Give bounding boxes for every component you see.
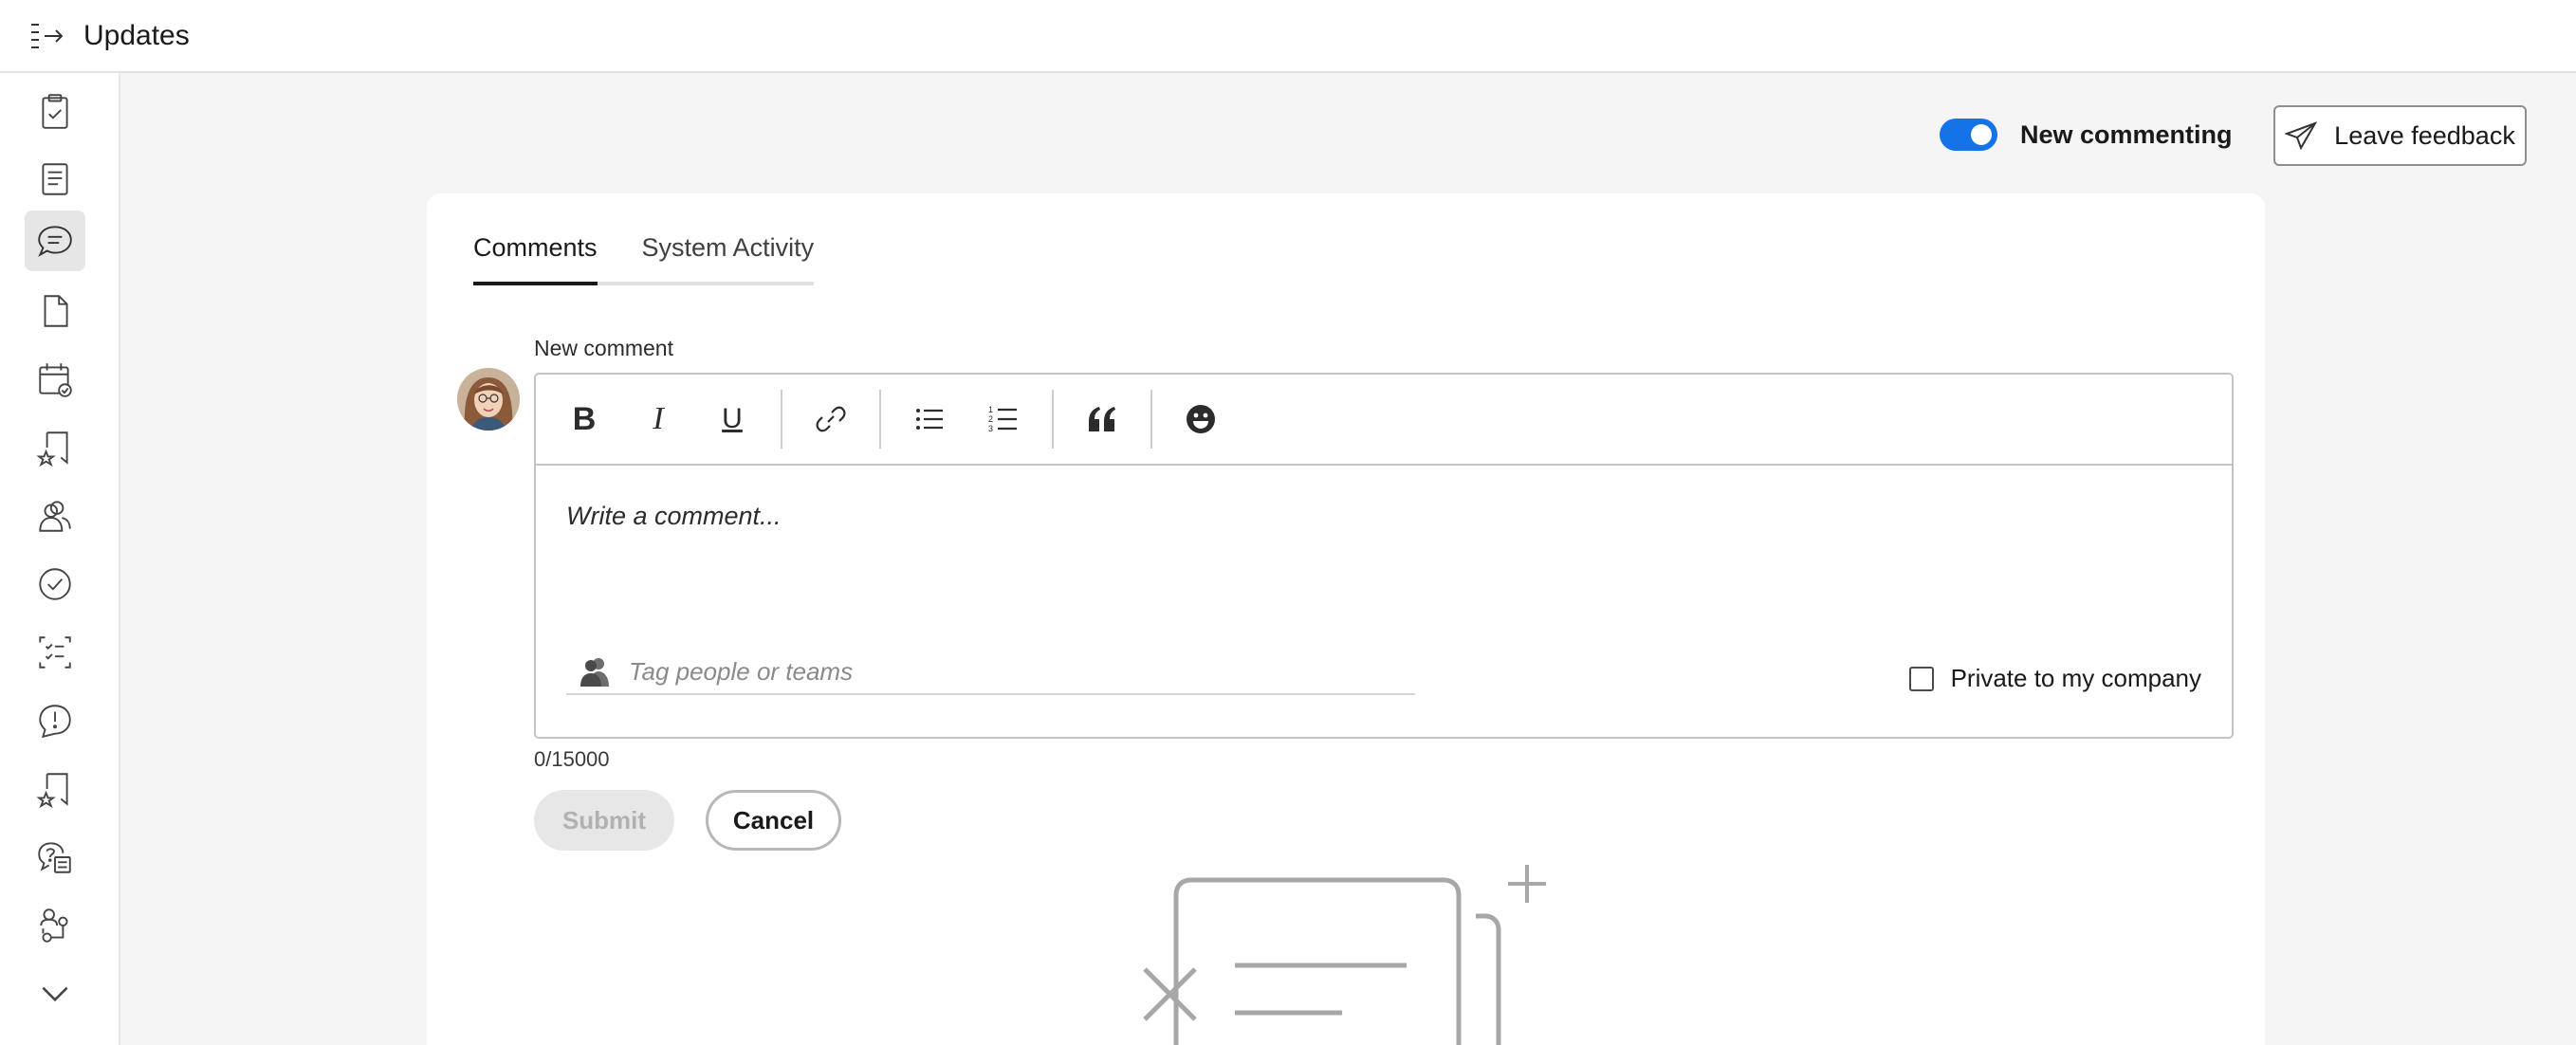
empty-comments-illustration <box>1143 865 1546 1045</box>
private-to-company-option[interactable]: Private to my company <box>1908 664 2201 693</box>
left-nav <box>0 73 120 1045</box>
italic-icon[interactable]: I <box>621 389 695 449</box>
tag-people-placeholder: Tag people or teams <box>629 656 854 686</box>
svg-text:1: 1 <box>988 405 993 414</box>
page-title: Updates <box>83 19 190 51</box>
calendar-check-icon[interactable] <box>25 349 85 410</box>
new-comment-label: New comment <box>534 336 673 360</box>
bullet-list-icon[interactable] <box>892 389 966 449</box>
toolbar-divider <box>1150 390 1152 449</box>
new-commenting-toggle[interactable] <box>1940 119 1997 151</box>
link-icon[interactable] <box>794 389 868 449</box>
tab-bar: Comments System Activity <box>473 233 815 285</box>
tab-system-activity[interactable]: System Activity <box>642 233 815 282</box>
help-document-icon[interactable] <box>25 827 85 888</box>
toolbar-divider <box>781 390 782 449</box>
numbered-list-icon[interactable]: 123 <box>966 389 1040 449</box>
workflow-icon[interactable] <box>25 895 85 956</box>
top-bar: Updates <box>0 0 2576 73</box>
toggle-knob <box>1971 124 1992 145</box>
emoji-icon[interactable] <box>1164 389 1238 449</box>
toolbar-divider <box>1052 390 1054 449</box>
comment-editor: B I U 123 Write a comment... Tag people … <box>534 373 2234 739</box>
avatar <box>457 368 520 431</box>
svg-text:3: 3 <box>988 424 993 433</box>
comment-input[interactable]: Write a comment... <box>566 502 782 531</box>
alert-circle-icon[interactable] <box>25 690 85 751</box>
checkmark-circle-icon[interactable] <box>25 554 85 614</box>
bookmark-star-icon[interactable] <box>25 759 85 819</box>
clipboard-check-icon[interactable] <box>25 81 85 141</box>
bookmark-star-icon[interactable] <box>25 417 85 478</box>
private-checkbox[interactable] <box>1908 666 1934 691</box>
underline-icon[interactable]: U <box>695 389 769 449</box>
toolbar-divider <box>879 390 881 449</box>
file-icon[interactable] <box>25 281 85 341</box>
document-lines-icon[interactable] <box>25 149 85 210</box>
tag-people-field[interactable]: Tag people or teams <box>566 650 1415 695</box>
people-icon <box>580 658 609 687</box>
new-commenting-label: New commenting <box>2020 119 2233 149</box>
character-counter: 0/15000 <box>534 747 610 771</box>
expand-panel-icon[interactable] <box>28 17 66 55</box>
svg-text:2: 2 <box>988 414 993 424</box>
leave-feedback-label: Leave feedback <box>2334 120 2515 150</box>
quote-icon[interactable] <box>1065 389 1139 449</box>
leave-feedback-button[interactable]: Leave feedback <box>2273 105 2527 166</box>
comment-icon[interactable] <box>25 211 85 271</box>
bold-icon[interactable]: B <box>547 389 621 449</box>
editor-toolbar: B I U 123 <box>536 375 2232 466</box>
cancel-button[interactable]: Cancel <box>706 790 841 851</box>
people-icon[interactable] <box>25 486 85 546</box>
private-label: Private to my company <box>1950 664 2201 692</box>
chevron-down-icon[interactable] <box>25 963 85 1024</box>
checklist-icon[interactable] <box>25 622 85 683</box>
submit-button[interactable]: Submit <box>534 790 674 851</box>
comments-card: Comments System Activity New comment B I… <box>427 193 2265 1045</box>
paper-plane-icon <box>2285 121 2318 150</box>
tab-comments[interactable]: Comments <box>473 233 598 285</box>
new-commenting-toggle-group: New commenting <box>1940 119 2233 151</box>
